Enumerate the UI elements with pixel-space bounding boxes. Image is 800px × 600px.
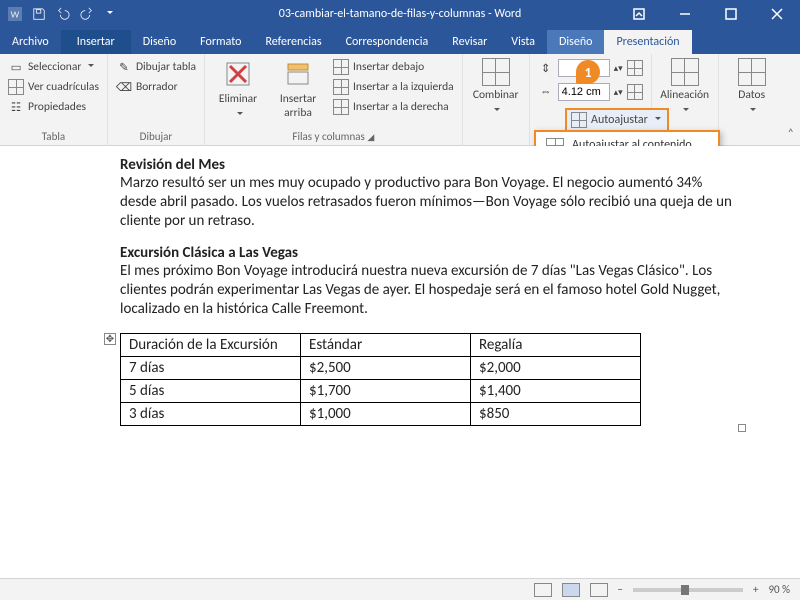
paragraph-excursion: El mes próximo Bon Voyage introducirá nu… bbox=[120, 262, 740, 318]
tab-referencias[interactable]: Referencias bbox=[253, 30, 333, 54]
cmd-combinar[interactable]: Combinar bbox=[469, 58, 523, 118]
tab-insertar[interactable]: Insertar bbox=[61, 30, 131, 54]
autofit-label: Autoajustar bbox=[591, 113, 648, 127]
table-move-handle[interactable]: ✥ bbox=[104, 333, 116, 345]
pencil-icon: ✎ bbox=[116, 59, 132, 75]
cmd-eliminar[interactable]: Eliminar bbox=[211, 58, 265, 122]
cmd-seleccionar[interactable]: ▭Seleccionar bbox=[6, 58, 101, 76]
tab-table-presentacion[interactable]: Presentación bbox=[604, 30, 691, 54]
zoom-slider[interactable] bbox=[633, 588, 743, 592]
minimize-button[interactable] bbox=[662, 0, 708, 28]
eraser-icon: ⌫ bbox=[116, 79, 132, 95]
tab-vista[interactable]: Vista bbox=[499, 30, 547, 54]
cmd-propiedades[interactable]: ☷Propiedades bbox=[6, 98, 101, 116]
cmd-borrador[interactable]: ⌫Borrador bbox=[114, 78, 198, 96]
cmd-col-width[interactable]: ⇔▴▾ bbox=[536, 82, 645, 102]
heading-revision: Revisión del Mes bbox=[120, 156, 740, 174]
heading-excursion: Excursión Clásica a Las Vegas bbox=[120, 244, 740, 262]
close-button[interactable] bbox=[754, 0, 800, 28]
merge-icon bbox=[482, 58, 510, 86]
tab-formato[interactable]: Formato bbox=[188, 30, 253, 54]
group-label-dibujar: Dibujar bbox=[114, 130, 198, 146]
cmd-insertar-izquierda[interactable]: Insertar a la izquierda bbox=[331, 78, 456, 96]
zoom-out-button[interactable]: − bbox=[618, 583, 623, 596]
properties-icon: ☷ bbox=[8, 99, 24, 115]
zoom-in-button[interactable]: + bbox=[753, 583, 758, 596]
insert-left-icon bbox=[333, 79, 349, 95]
tab-revisar[interactable]: Revisar bbox=[440, 30, 499, 54]
distribute-rows-icon[interactable] bbox=[627, 60, 643, 76]
statusbar: − + 90 % bbox=[0, 578, 800, 600]
document-area[interactable]: Revisión del Mes Marzo resultó ser un me… bbox=[0, 146, 800, 578]
insert-above-icon bbox=[282, 58, 314, 90]
group-filas-columnas: Eliminar Insertar arriba Insertar debajo… bbox=[205, 54, 463, 146]
cmd-insertar-derecha[interactable]: Insertar a la derecha bbox=[331, 98, 456, 116]
table-resize-handle[interactable] bbox=[738, 424, 746, 432]
view-web-layout[interactable] bbox=[590, 583, 608, 597]
grid-icon bbox=[8, 79, 24, 95]
callout-1: 1 bbox=[576, 60, 600, 84]
insert-below-icon bbox=[333, 59, 349, 75]
insert-right-icon bbox=[333, 99, 349, 115]
row-height-icon: ⇕ bbox=[538, 60, 554, 76]
group-combinar: Combinar bbox=[463, 54, 530, 146]
cmd-dibujar-tabla[interactable]: ✎Dibujar tabla bbox=[114, 58, 198, 76]
align-icon bbox=[671, 58, 699, 86]
cmd-datos[interactable]: Datos bbox=[725, 58, 779, 118]
delete-table-icon bbox=[222, 58, 254, 90]
tab-archivo[interactable]: Archivo bbox=[0, 30, 61, 54]
tab-diseno[interactable]: Diseño bbox=[131, 30, 188, 54]
titlebar: W 03-cambiar-el-tamano-de-filas-y-column… bbox=[0, 0, 800, 28]
view-read-mode[interactable] bbox=[534, 583, 552, 597]
ribbon-options-button[interactable] bbox=[616, 0, 662, 28]
group-dibujar: ✎Dibujar tabla ⌫Borrador Dibujar bbox=[108, 54, 205, 146]
cmd-autoajustar[interactable]: Autoajustar bbox=[565, 108, 669, 132]
cursor-icon: ▭ bbox=[8, 59, 24, 75]
group-datos: Datos bbox=[719, 54, 785, 146]
ribbon-tabs: Archivo Insertar Diseño Formato Referenc… bbox=[0, 28, 800, 54]
col-width-input[interactable] bbox=[558, 83, 610, 101]
view-print-layout[interactable] bbox=[562, 583, 580, 597]
paragraph-revision: Marzo resultó ser un mes muy ocupado y p… bbox=[120, 174, 740, 230]
col-width-icon: ⇔ bbox=[538, 84, 554, 100]
autofit-icon bbox=[571, 112, 587, 128]
zoom-level[interactable]: 90 % bbox=[768, 583, 790, 596]
price-table[interactable]: Duración de la ExcursiónEstándarRegalía7… bbox=[120, 333, 641, 426]
tab-table-diseno[interactable]: Diseño bbox=[547, 30, 604, 54]
group-label-filas-columnas: Filas y columnas ◢ bbox=[211, 130, 456, 146]
group-label-tabla: Tabla bbox=[6, 130, 101, 146]
distribute-cols-icon[interactable] bbox=[627, 84, 643, 100]
group-tabla: ▭Seleccionar Ver cuadrículas ☷Propiedade… bbox=[0, 54, 108, 146]
maximize-button[interactable] bbox=[708, 0, 754, 28]
collapse-ribbon-button[interactable]: ˄ bbox=[788, 127, 794, 141]
cmd-insertar-debajo[interactable]: Insertar debajo bbox=[331, 58, 456, 76]
cmd-insertar-arriba[interactable]: Insertar arriba bbox=[271, 58, 325, 120]
tab-correspondencia[interactable]: Correspondencia bbox=[334, 30, 441, 54]
cmd-ver-cuadriculas[interactable]: Ver cuadrículas bbox=[6, 78, 101, 96]
data-icon bbox=[738, 58, 766, 86]
